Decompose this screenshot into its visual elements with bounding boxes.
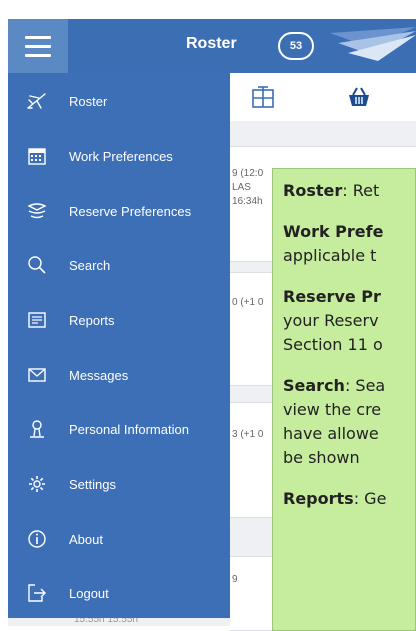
- menu-label-work-preferences: Work Preferences: [69, 148, 173, 164]
- help-term-reserve-preferences: Reserve Pr: [283, 287, 381, 306]
- hamburger-line: [25, 44, 51, 48]
- hamburger-line: [25, 35, 51, 39]
- menu-label-reports: Reports: [69, 312, 115, 328]
- person-icon: [30, 420, 44, 438]
- card-text: 9: [232, 574, 238, 585]
- card-text: LAS: [232, 182, 251, 193]
- calendar-icon: [28, 148, 46, 165]
- card-text: 3 (+1 0: [232, 429, 264, 440]
- help-desc-search-3: be shown: [283, 448, 360, 467]
- airplane-icon: [27, 93, 46, 109]
- menu-label-personal-information: Personal Information: [69, 421, 189, 437]
- report-icon: [28, 312, 46, 328]
- top-app-bar: Roster 53: [8, 19, 416, 73]
- menu-item-logout[interactable]: Logout: [8, 573, 230, 613]
- card-text: 9 (12:0: [232, 168, 264, 179]
- calendar-grid-icon[interactable]: [252, 86, 274, 108]
- notification-badge[interactable]: 53: [278, 32, 314, 60]
- reserve-icon: [27, 203, 47, 219]
- help-term-roster: Roster: [283, 181, 343, 200]
- menu-item-about[interactable]: About: [8, 519, 230, 559]
- help-desc-search-0: : Sea: [344, 376, 386, 395]
- info-icon: [28, 530, 46, 548]
- menu-item-reserve-preferences[interactable]: Reserve Preferences: [8, 191, 230, 231]
- help-tooltip: Roster: Ret Work Prefe applicable t Reser…: [272, 168, 416, 631]
- search-icon: [28, 256, 46, 274]
- menu-label-settings: Settings: [69, 476, 116, 492]
- menu-item-messages[interactable]: Messages: [8, 355, 230, 395]
- navigation-drawer: Roster Work Preferences Reserve Preferen…: [8, 73, 230, 618]
- logout-icon: [28, 584, 46, 602]
- help-desc-roster: : Ret: [342, 181, 380, 200]
- help-desc-reports: : Ge: [353, 489, 387, 508]
- toolbar-icons: [230, 73, 416, 121]
- help-desc-work-preferences: applicable t: [283, 246, 377, 265]
- menu-item-work-preferences[interactable]: Work Preferences: [8, 136, 230, 176]
- gear-icon: [29, 476, 45, 492]
- help-desc-reserve-2: Section 11 o: [283, 335, 383, 354]
- menu-item-reports[interactable]: Reports: [8, 300, 230, 340]
- menu-item-search[interactable]: Search: [8, 245, 230, 285]
- help-term-search: Search: [283, 376, 345, 395]
- page-title: Roster: [186, 35, 237, 52]
- menu-label-messages: Messages: [69, 367, 129, 383]
- menu-label-logout: Logout: [69, 585, 109, 601]
- card-text: 16:34h: [232, 196, 263, 207]
- menu-item-personal-information[interactable]: Personal Information: [8, 409, 230, 449]
- menu-item-roster[interactable]: Roster: [8, 81, 230, 121]
- basket-icon[interactable]: [346, 86, 372, 108]
- menu-item-settings[interactable]: Settings: [8, 464, 230, 504]
- airline-logo-icon: [330, 27, 416, 61]
- help-tooltip-text: Roster: Ret Work Prefe applicable t Reser…: [283, 179, 415, 528]
- card-text: 0 (+1 0: [232, 297, 264, 308]
- help-term-reports: Reports: [283, 489, 354, 508]
- help-term-work-preferences: Work Prefe: [283, 222, 384, 241]
- menu-label-reserve-preferences: Reserve Preferences: [69, 203, 192, 219]
- envelope-icon: [28, 368, 46, 382]
- help-desc-search-1: view the cre: [283, 400, 382, 419]
- menu-label-about: About: [69, 531, 103, 547]
- help-desc-reserve-1: your Reserv: [283, 311, 379, 330]
- menu-label-search: Search: [69, 257, 111, 273]
- hamburger-line: [25, 53, 51, 57]
- menu-label-roster: Roster: [69, 93, 108, 109]
- help-desc-search-2: have allowe: [283, 424, 379, 443]
- hamburger-menu-button[interactable]: [8, 19, 68, 73]
